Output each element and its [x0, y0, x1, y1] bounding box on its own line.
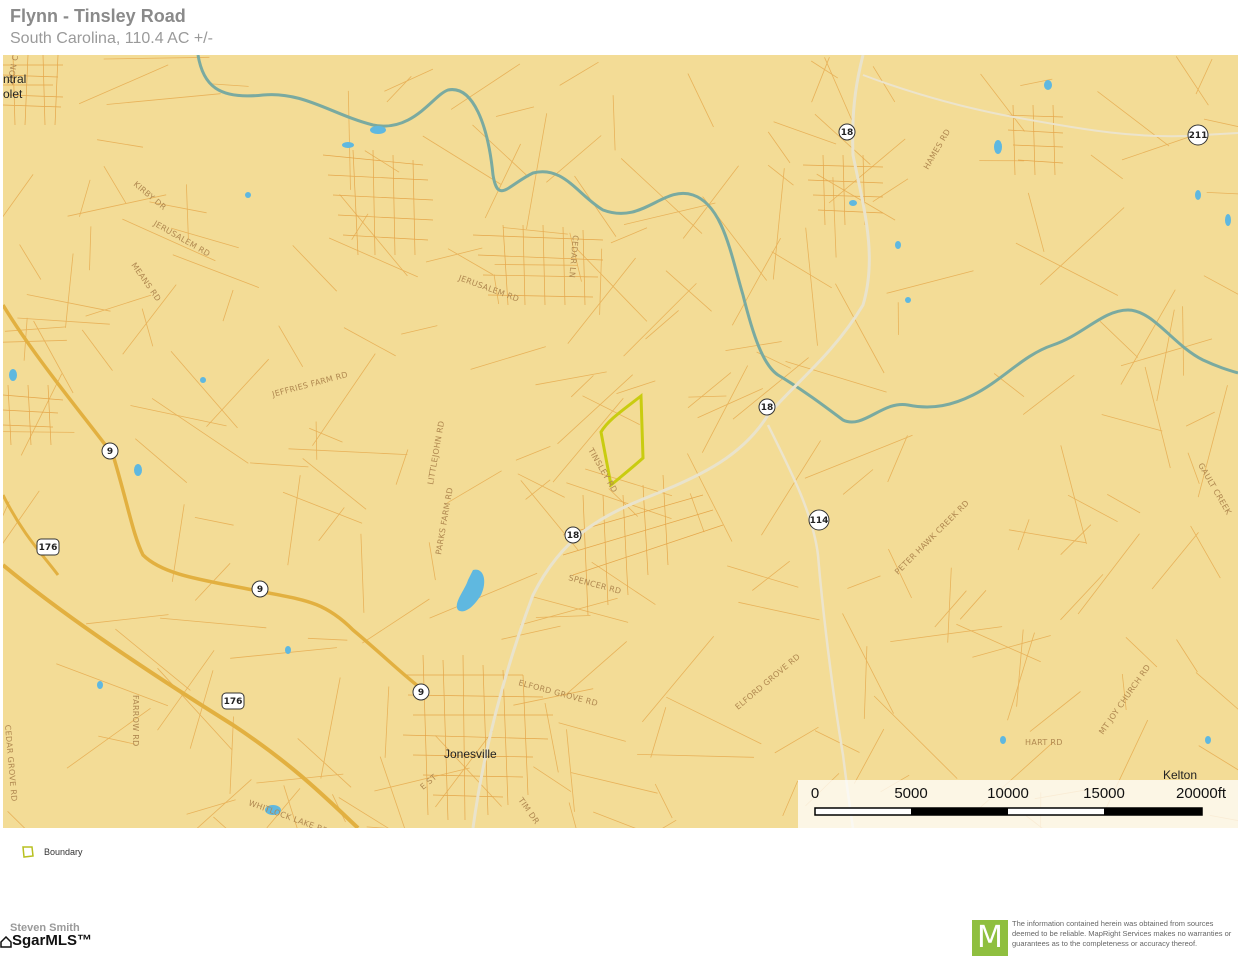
- route-shield-label: 9: [257, 585, 263, 595]
- route-shield-label: 176: [39, 543, 58, 553]
- mls-logo-text: SgarMLS™: [0, 932, 92, 949]
- town-label-central: ntral: [3, 72, 26, 86]
- route-shield-label: 176: [224, 697, 243, 707]
- road-label: FARROW RD: [131, 695, 140, 747]
- route-shield-label: 18: [567, 531, 580, 541]
- boundary-legend-label: Boundary: [44, 847, 83, 857]
- route-shield-label: 18: [761, 403, 774, 413]
- route-shield-label: 18: [841, 128, 854, 138]
- route-shield: 211: [1187, 124, 1209, 146]
- route-shield-label: 9: [418, 688, 424, 698]
- route-shield: 18: [838, 123, 856, 141]
- scale-bar: 0 5000 10000 15000 20000ft: [798, 780, 1238, 828]
- boundary-legend-icon: [22, 846, 34, 858]
- route-shield: 9: [101, 442, 119, 460]
- house-icon: [0, 935, 12, 948]
- road-label: HART RD: [1025, 738, 1063, 747]
- disclaimer-text: The information contained herein was obt…: [1012, 919, 1232, 948]
- route-shield: 114: [808, 509, 830, 531]
- route-shield: 176: [36, 538, 60, 556]
- mls-text: SgarMLS™: [12, 932, 93, 949]
- route-shield-label: 114: [810, 516, 829, 526]
- town-label-jonesville: Jonesville: [444, 747, 497, 761]
- route-shield: 18: [564, 526, 582, 544]
- scale-bar-graphic: [814, 807, 1203, 816]
- route-shield-label: 211: [1189, 131, 1208, 141]
- route-shield: 9: [251, 580, 269, 598]
- map-subtitle: South Carolina, 110.4 AC +/-: [10, 30, 213, 47]
- mapright-logo: M: [972, 920, 1008, 956]
- town-label-outlet: olet: [3, 87, 23, 101]
- route-shield: 18: [758, 398, 776, 416]
- route-shield: 9: [412, 683, 430, 701]
- route-shield: 176: [221, 692, 245, 710]
- map-canvas: ZION CHURCH RDKIRBY DRJERUSALEM RDMEANS …: [3, 55, 1238, 828]
- map-view[interactable]: ZION CHURCH RDKIRBY DRJERUSALEM RDMEANS …: [3, 55, 1238, 828]
- map-title: Flynn - Tinsley Road: [10, 6, 186, 26]
- route-shield-label: 9: [107, 447, 113, 457]
